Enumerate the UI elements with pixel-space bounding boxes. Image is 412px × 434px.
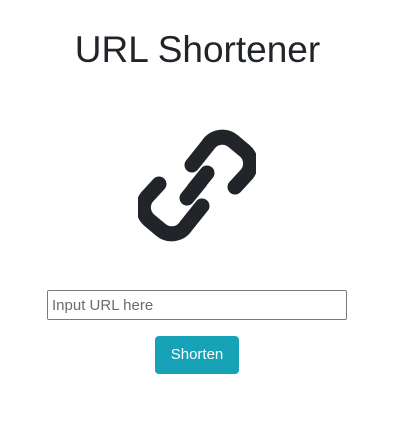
page: URL Shortener Shorten bbox=[0, 0, 412, 434]
url-input[interactable] bbox=[47, 290, 347, 320]
shorten-button[interactable]: Shorten bbox=[155, 336, 239, 374]
page-title: URL Shortener bbox=[74, 29, 321, 70]
link-icon bbox=[138, 129, 256, 242]
